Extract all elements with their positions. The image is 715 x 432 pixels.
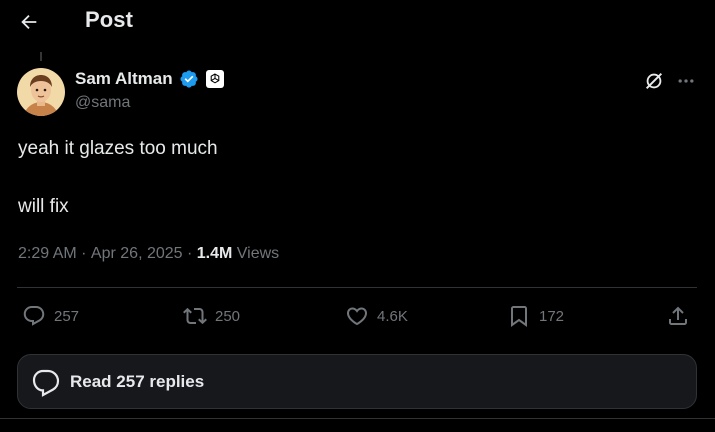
reply-icon (23, 306, 45, 326)
meta-separator: · (182, 245, 197, 262)
repost-count: 250 (215, 307, 241, 325)
tweet-text-line: will fix (18, 196, 69, 217)
tweet-time[interactable]: 2:29 AM (18, 245, 77, 263)
more-dots-icon (678, 79, 694, 83)
tweet-text-line: yeah it glazes too much (18, 138, 218, 159)
divider (17, 287, 697, 288)
bookmark-count: 172 (539, 307, 565, 325)
divider (0, 418, 715, 419)
views-label: Views (232, 245, 280, 262)
share-icon (669, 306, 687, 325)
meta-separator: · (76, 245, 91, 262)
grok-icon (645, 72, 663, 90)
page-header: Post (0, 0, 715, 42)
verified-badge-icon[interactable] (179, 69, 199, 89)
arrow-left-icon (21, 14, 37, 30)
tweet-meta: 2:29 AM · Apr 26, 2025 · 1.4M Views (18, 245, 279, 263)
heart-icon (346, 307, 368, 326)
read-replies-button[interactable]: Read 257 replies (17, 354, 697, 409)
grok-button[interactable] (643, 70, 665, 92)
page-title: Post (85, 7, 134, 32)
bookmark-button[interactable]: 172 (507, 304, 564, 328)
author-handle[interactable]: @sama (75, 94, 130, 112)
reply-count: 257 (54, 307, 80, 325)
like-button[interactable]: 4.6K (345, 304, 408, 328)
repost-icon (183, 307, 207, 325)
like-count: 4.6K (377, 307, 408, 325)
avatar-illustration (17, 68, 65, 116)
reply-button[interactable]: 257 (22, 304, 79, 328)
more-button[interactable] (675, 70, 697, 92)
thread-connector (40, 52, 42, 61)
tweet-date[interactable]: Apr 26, 2025 (91, 245, 183, 263)
read-replies-label: Read 257 replies (70, 372, 205, 391)
avatar[interactable] (17, 68, 65, 116)
openai-logo-icon[interactable] (205, 70, 224, 88)
author-name-row: Sam Altman (75, 68, 224, 90)
share-button[interactable] (666, 304, 690, 328)
post-page: Post Sam Altman @sama yeah it glazes too… (0, 0, 715, 432)
repost-button[interactable]: 250 (183, 304, 240, 328)
back-button[interactable] (16, 9, 42, 35)
author-name[interactable]: Sam Altman (75, 69, 173, 89)
bookmark-icon (511, 306, 527, 327)
reply-bubble-icon (32, 369, 60, 397)
views-count: 1.4M (196, 245, 233, 262)
